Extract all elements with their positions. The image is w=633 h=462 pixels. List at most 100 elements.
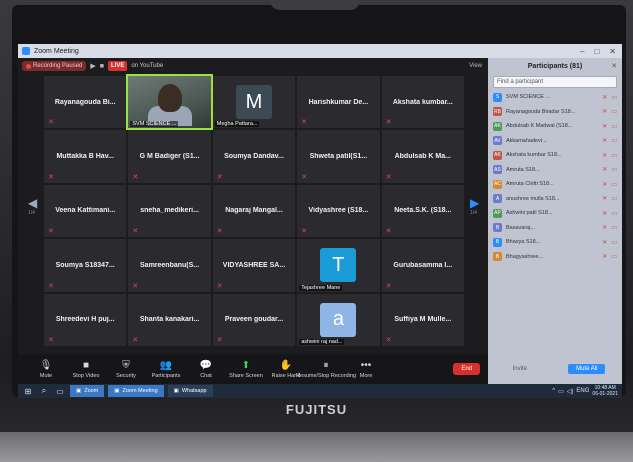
participant-avatar: a [320,302,357,337]
live-destination[interactable]: on YouTube [131,63,163,69]
security-button[interactable]: ⛨ Security [106,360,146,379]
maximize-icon[interactable]: □ [594,47,599,56]
tray-chevron-icon[interactable]: ^ [552,388,555,394]
muted-mic-icon: ✕ [602,225,608,232]
participant-tile[interactable]: Veena Kattimani... ✕ [44,184,127,238]
recording-status[interactable]: Recording Paused [22,61,87,71]
participant-name: Vidyashree (S18... [308,207,369,215]
panel-close-icon[interactable]: ✕ [611,62,617,70]
participant-row[interactable]: B Bhagyashree... ✕ ▭ [488,250,622,265]
participant-tile[interactable]: a ashwini raj nad... [297,293,380,346]
stop-video-button[interactable]: ■ Stop Video [66,360,106,379]
participant-name: Muttakka B Hav... [56,153,114,161]
share-screen-button[interactable]: ⬆ Share Screen [226,360,266,379]
participant-tile[interactable]: Praveen goudar... ✕ [212,293,296,346]
participant-tile[interactable]: T Tejashree Mane [297,239,380,292]
participant-row[interactable]: AK Akshata kumbar S18... ✕ ▭ [488,148,622,163]
participant-tile[interactable]: Vidyashree (S18... ✕ [297,184,380,238]
participants-title: Participants (81) [527,62,583,70]
close-icon[interactable]: ✕ [609,47,616,56]
participant-avatar: AP [493,208,502,218]
play-icon[interactable]: ▶ [90,62,95,70]
participant-tile[interactable]: VIDYASHREE SA... ✕ [212,239,296,292]
security-icon: ⛨ [122,359,130,371]
participant-tile[interactable]: Abdulsab K Ma... ✕ [381,130,464,183]
end-meeting-button[interactable]: End [453,363,480,375]
taskbar-app-whatsapp[interactable]: ▣ Whatsapp [167,385,213,397]
task-view-icon[interactable]: ▭ [54,387,66,396]
participant-row[interactable]: AV Akkamahadevi... ✕ ▭ [488,134,622,149]
participant-name: Veena Kattimani... [55,207,116,215]
muted-mic-icon: ✕ [385,119,392,127]
raise-hand-icon: ✋ [279,359,293,371]
participant-avatar: T [320,248,357,283]
participant-search-input[interactable]: Find a participant [493,76,617,88]
participant-tile[interactable]: Soumya Dandav... ✕ [212,130,296,183]
participant-tile[interactable]: SVM SCIENCE ... [126,73,213,131]
participant-row[interactable]: B Bhavya S18... ✕ ▭ [488,235,622,250]
participant-tile[interactable]: Gurubasamma I... ✕ [381,239,464,292]
participant-tile[interactable]: Samreenbanu(S... ✕ [128,239,211,292]
participants-footer: Invite Mute All [488,364,622,374]
participant-row[interactable]: Aanushree mulla S18... ✕ ▭ [488,192,622,207]
language-indicator[interactable]: ENG [576,388,589,394]
next-page-icon[interactable]: ▶ [470,196,479,210]
participant-tile[interactable]: G M Badiger (S1... ✕ [128,130,211,183]
minimize-icon[interactable]: – [580,47,584,56]
video-off-icon: ▭ [611,239,617,246]
participant-row[interactable]: AK Abdulsab K Madwal (S18... ✕ ▭ [488,119,622,134]
windows-start-icon[interactable]: ⊞ [22,387,34,396]
participant-row[interactable]: S SVM SCIENCE ... ✕ ▭ [488,90,622,105]
participant-row-name: Rayanagouda Biradar S18... [506,108,576,115]
participant-tile[interactable]: Akshata kumbar... ✕ [381,76,464,129]
participants-label: Participants [151,372,181,379]
muted-mic-icon: ✕ [216,173,223,181]
muted-mic-icon: ✕ [132,337,139,344]
mute-all-button[interactable]: Mute All [568,364,606,374]
muted-mic-icon: ✕ [216,282,223,290]
taskbar-app-zoom[interactable]: ▣ Zoom [70,385,105,397]
participant-tile[interactable]: Neeta.S.K. (S18... ✕ [381,184,464,238]
taskbar-app-zoom-meeting[interactable]: ▣ Zoom Meeting [108,385,164,397]
muted-mic-icon: ✕ [132,173,139,181]
participant-row[interactable]: RB Rayanagouda Biradar S18... ✕ ▭ [488,105,622,120]
more-button[interactable]: ••• More [346,360,386,379]
participant-tile[interactable]: M Megha Pattara... [212,76,296,129]
participant-avatar: AV [493,136,502,146]
share-screen-label: Share Screen [229,372,263,379]
participant-tile[interactable]: Shanta kanakari... ✕ [128,293,211,346]
participant-tile[interactable]: Suffiya M Mulle... ✕ [381,293,464,346]
participant-row[interactable]: AC Amruta Chitti S18... ✕ ▭ [488,177,622,192]
participant-tile[interactable]: Shweta patil(S1... ✕ [297,130,380,183]
video-off-icon: ▭ [611,152,617,159]
taskbar-app-label: Zoom [84,388,99,394]
participant-tile[interactable]: Shreedevi H puj... ✕ [44,293,127,346]
volume-icon[interactable]: ◁) [567,388,574,395]
participant-tile[interactable]: Soumya S18347... ✕ [44,239,127,292]
live-badge[interactable]: LIVE [108,61,128,71]
participant-tile[interactable]: Harishkumar De... ✕ [297,76,380,129]
participant-row[interactable]: AS Amruta S18... ✕ ▭ [488,163,622,178]
fujitsu-logo: FUJITSU [285,402,348,417]
participant-tile[interactable]: sneha_medikeri... ✕ [128,184,211,238]
participant-avatar: RB [493,107,502,117]
chat-button[interactable]: 💬 Chat [186,360,226,379]
participant-tile[interactable]: Nagaraj Mangal... ✕ [212,184,296,238]
recording-button[interactable]: ⏸ Resume/Stop Recording [296,360,356,379]
invite-button[interactable]: Invite [505,364,535,374]
participant-row-name: Bhagyashree... [506,253,543,260]
participants-button[interactable]: 👥 Participants [146,360,186,379]
battery-icon[interactable]: ▭ [558,388,564,395]
clock[interactable]: 10:48 AM 06-01-2021 [592,385,618,397]
participant-row[interactable]: B Basavaraj... ✕ ▭ [488,221,622,236]
prev-page-icon[interactable]: ◀ [28,196,37,210]
view-button[interactable]: View [469,63,482,69]
participant-row-name: Basavaraj... [506,224,536,231]
participant-row[interactable]: AP Ashwini patil S18... ✕ ▭ [488,206,622,221]
mute-button[interactable]: 🎙 Mute [26,360,66,379]
participant-tile[interactable]: Rayanagouda Bi... ✕ [44,76,127,129]
video-off-icon: ▭ [611,94,617,101]
participant-tile[interactable]: Muttakka B Hav... ✕ [44,130,127,183]
stop-icon[interactable]: ■ [100,63,104,70]
search-icon[interactable]: ⌕ [38,386,50,396]
